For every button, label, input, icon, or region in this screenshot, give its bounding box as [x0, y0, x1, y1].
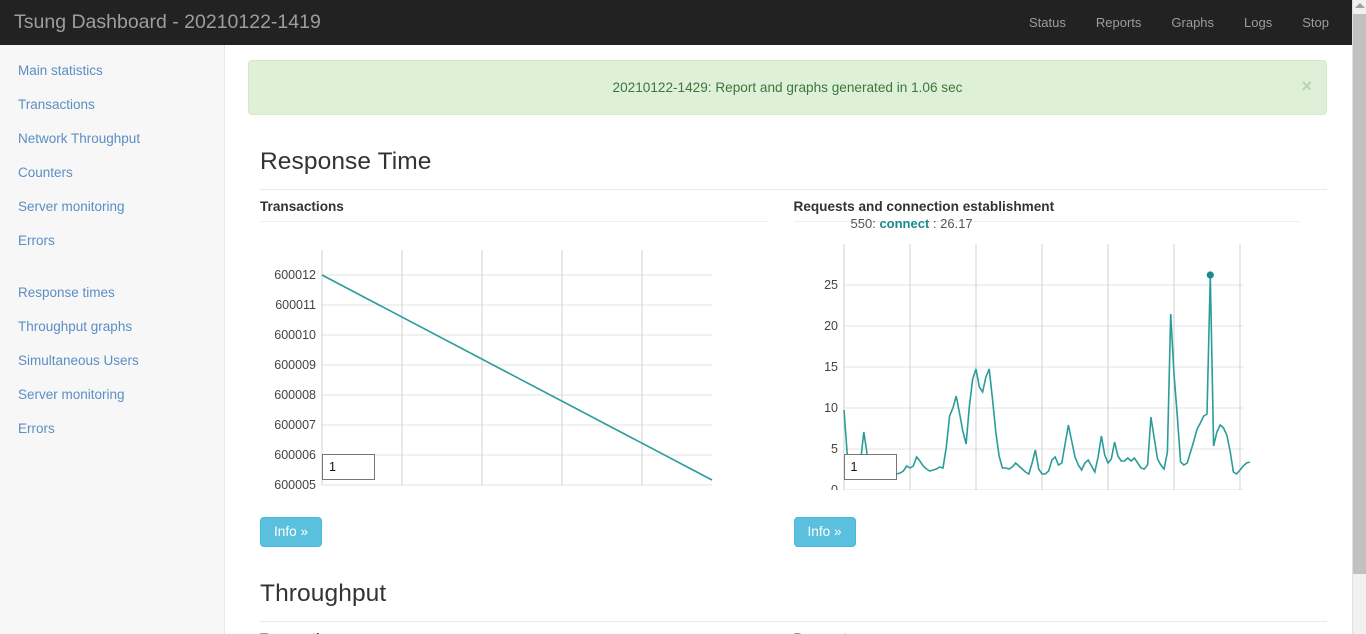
svg-text:600012: 600012 — [274, 268, 316, 282]
nav-link-status[interactable]: Status — [1014, 0, 1081, 45]
graph-card-throughput-requests: Requests — [794, 622, 1328, 634]
sidebar-item-main-statistics[interactable]: Main statistics — [0, 53, 224, 87]
top-navbar: Tsung Dashboard - 20210122-1419 Status R… — [0, 0, 1352, 45]
scroll-up-arrow-icon[interactable] — [1355, 3, 1365, 8]
tooltip-x: 550: — [850, 216, 876, 231]
sidebar-item-network-throughput[interactable]: Network Throughput — [0, 121, 224, 155]
page-title-throughput: Throughput — [260, 580, 387, 607]
alert-message: 20210122-1429: Report and graphs generat… — [612, 80, 963, 95]
tooltip-value: : 26.17 — [932, 216, 973, 231]
svg-text:600007: 600007 — [274, 418, 316, 432]
info-button-requests-connect[interactable]: Info » — [793, 517, 856, 547]
svg-text:600006: 600006 — [274, 448, 316, 462]
graph-caption-transactions: Transactions — [260, 199, 344, 214]
nav-link-stop[interactable]: Stop — [1287, 0, 1344, 45]
chart-response-time-transactions[interactable]: 600012 600011 600010 600009 600008 60000… — [260, 222, 767, 490]
app-title[interactable]: Tsung Dashboard - 20210122-1419 — [0, 12, 321, 33]
sidebar-group-divider — [0, 257, 224, 275]
sidebar-item-errors[interactable]: Errors — [0, 223, 224, 257]
nav-link-graphs[interactable]: Graphs — [1156, 0, 1229, 45]
chart-highlight-point — [1206, 271, 1214, 279]
graph-caption-requests-connect: Requests and connection establishment — [793, 199, 1055, 214]
main-content: 20210122-1429: Report and graphs generat… — [225, 45, 1352, 634]
svg-text:600009: 600009 — [274, 358, 316, 372]
chart-tooltip: 550: connect : 26.17 — [851, 216, 973, 231]
svg-text:25: 25 — [824, 278, 838, 292]
chart-svg-transactions: 600012 600011 600010 600009 600008 60000… — [274, 250, 713, 490]
sidebar-item-counters[interactable]: Counters — [0, 155, 224, 189]
sidebar-item-throughput-graphs[interactable]: Throughput graphs — [0, 309, 224, 343]
tooltip-series: connect — [879, 216, 930, 231]
navbar-links: Status Reports Graphs Logs Stop — [1014, 0, 1352, 45]
chart-svg-requests-connect: 25 20 15 10 5 0 0 100 — [824, 244, 1250, 490]
svg-text:600005: 600005 — [274, 478, 316, 490]
svg-text:5: 5 — [831, 442, 838, 456]
page-root: Tsung Dashboard - 20210122-1419 Status R… — [0, 0, 1366, 634]
info-button-transactions[interactable]: Info » — [260, 517, 323, 547]
svg-text:600008: 600008 — [274, 388, 316, 402]
svg-text:600010: 600010 — [274, 328, 316, 342]
page-scrollbar[interactable] — [1352, 0, 1366, 634]
svg-text:10: 10 — [824, 401, 838, 415]
nav-link-logs[interactable]: Logs — [1229, 0, 1287, 45]
page-title-response-time: Response Time — [260, 148, 432, 175]
sidebar-item-errors-2[interactable]: Errors — [0, 411, 224, 445]
svg-text:600011: 600011 — [275, 298, 316, 312]
chart-index-input-requests[interactable]: 1 — [843, 454, 897, 480]
sidebar-item-response-times[interactable]: Response times — [0, 275, 224, 309]
status-alert: 20210122-1429: Report and graphs generat… — [248, 60, 1327, 115]
sidebar-item-server-monitoring[interactable]: Server monitoring — [0, 189, 224, 223]
response-time-graph-row: Transactions 600012 600011 600010 600009… — [225, 190, 1352, 547]
graph-card-transactions: Transactions 600012 600011 600010 600009… — [260, 190, 794, 547]
throughput-graph-row: Transactions 0.8 — [225, 622, 1352, 634]
graph-card-requests-connect: Requests and connection establishment 25… — [793, 190, 1328, 547]
close-icon[interactable]: × — [1301, 77, 1312, 95]
chart-index-input-transactions[interactable]: 1 — [322, 454, 375, 480]
svg-text:0: 0 — [831, 483, 838, 490]
graph-card-throughput-transactions: Transactions 0.8 — [260, 622, 794, 634]
svg-text:15: 15 — [824, 360, 838, 374]
scrollbar-thumb[interactable] — [1353, 14, 1366, 574]
nav-link-reports[interactable]: Reports — [1081, 0, 1157, 45]
sidebar: Main statistics Transactions Network Thr… — [0, 45, 225, 634]
sidebar-item-transactions[interactable]: Transactions — [0, 87, 224, 121]
chart-requests-connection[interactable]: 25 20 15 10 5 0 0 100 — [794, 216, 1301, 490]
sidebar-item-simultaneous-users[interactable]: Simultaneous Users — [0, 343, 224, 377]
sidebar-item-server-monitoring-2[interactable]: Server monitoring — [0, 377, 224, 411]
svg-text:20: 20 — [824, 319, 838, 333]
